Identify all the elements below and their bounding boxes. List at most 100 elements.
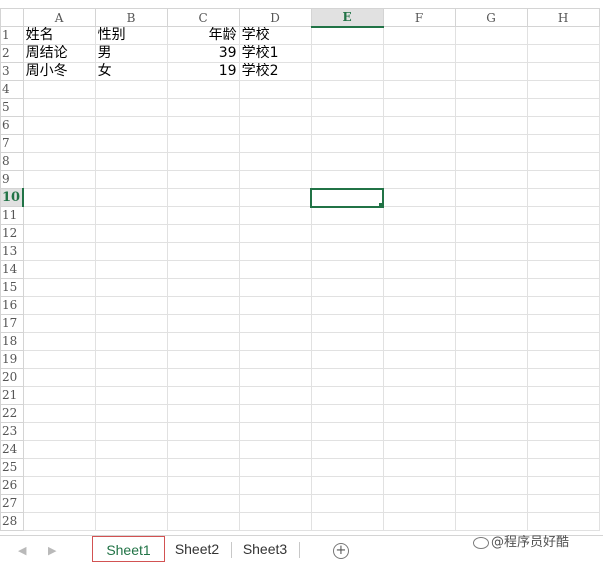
cell-d2[interactable]: 学校1 (238, 44, 312, 63)
cell-f8[interactable] (382, 152, 456, 171)
cell-f27[interactable] (382, 494, 456, 513)
cell-b8[interactable] (94, 152, 168, 171)
tab-sheet1[interactable]: Sheet1 (92, 536, 165, 562)
cell-c4[interactable] (166, 80, 240, 99)
cell-d14[interactable] (238, 260, 312, 279)
cell-f25[interactable] (382, 458, 456, 477)
cell-e17[interactable] (310, 314, 384, 333)
select-all-corner[interactable] (0, 8, 24, 27)
cell-g24[interactable] (454, 440, 528, 459)
cell-d1[interactable]: 学校 (238, 26, 312, 45)
cell-a27[interactable] (22, 494, 96, 513)
row-header-17[interactable]: 17 (0, 314, 24, 333)
cell-c2[interactable]: 39 (166, 44, 240, 63)
cell-d23[interactable] (238, 422, 312, 441)
cell-b15[interactable] (94, 278, 168, 297)
cell-f18[interactable] (382, 332, 456, 351)
cell-f10[interactable] (382, 188, 456, 207)
cell-f28[interactable] (382, 512, 456, 531)
cell-f19[interactable] (382, 350, 456, 369)
cell-e21[interactable] (310, 386, 384, 405)
cell-g9[interactable] (454, 170, 528, 189)
cell-d19[interactable] (238, 350, 312, 369)
cell-e3[interactable] (310, 62, 384, 81)
cell-b24[interactable] (94, 440, 168, 459)
cell-e10[interactable] (310, 187, 385, 208)
cell-a28[interactable] (22, 512, 96, 531)
column-header-b[interactable]: B (94, 8, 168, 27)
cell-h23[interactable] (526, 422, 600, 441)
cell-c16[interactable] (166, 296, 240, 315)
row-header-5[interactable]: 5 (0, 98, 24, 117)
cell-b12[interactable] (94, 224, 168, 243)
row-header-14[interactable]: 14 (0, 260, 24, 279)
cell-d25[interactable] (238, 458, 312, 477)
cell-c20[interactable] (166, 368, 240, 387)
cell-f13[interactable] (382, 242, 456, 261)
cell-d18[interactable] (238, 332, 312, 351)
row-header-9[interactable]: 9 (0, 170, 24, 189)
column-header-f[interactable]: F (382, 8, 456, 27)
column-header-h[interactable]: H (526, 8, 600, 27)
row-header-20[interactable]: 20 (0, 368, 24, 387)
cell-e12[interactable] (310, 224, 384, 243)
cell-f5[interactable] (382, 98, 456, 117)
cell-a16[interactable] (22, 296, 96, 315)
cell-b1[interactable]: 性别 (94, 26, 168, 45)
row-header-26[interactable]: 26 (0, 476, 24, 495)
cell-b28[interactable] (94, 512, 168, 531)
cell-d12[interactable] (238, 224, 312, 243)
scroll-left-icon[interactable]: ◀ (18, 544, 26, 557)
cell-g13[interactable] (454, 242, 528, 261)
cell-c28[interactable] (166, 512, 240, 531)
cell-h10[interactable] (526, 188, 600, 207)
cell-a26[interactable] (22, 476, 96, 495)
cell-h20[interactable] (526, 368, 600, 387)
cell-e19[interactable] (310, 350, 384, 369)
cell-e4[interactable] (310, 80, 384, 99)
cell-b23[interactable] (94, 422, 168, 441)
cell-h22[interactable] (526, 404, 600, 423)
cell-c24[interactable] (166, 440, 240, 459)
cell-c18[interactable] (166, 332, 240, 351)
cell-b10[interactable] (94, 188, 168, 207)
cell-f26[interactable] (382, 476, 456, 495)
cell-b26[interactable] (94, 476, 168, 495)
cell-e5[interactable] (310, 98, 384, 117)
cell-g22[interactable] (454, 404, 528, 423)
cell-g14[interactable] (454, 260, 528, 279)
cell-b14[interactable] (94, 260, 168, 279)
cell-h17[interactable] (526, 314, 600, 333)
cell-b7[interactable] (94, 134, 168, 153)
cell-e13[interactable] (310, 242, 384, 261)
cell-d11[interactable] (238, 206, 312, 225)
cell-a24[interactable] (22, 440, 96, 459)
row-header-10[interactable]: 10 (0, 188, 25, 207)
row-header-22[interactable]: 22 (0, 404, 24, 423)
cell-f1[interactable] (382, 26, 456, 45)
cell-h27[interactable] (526, 494, 600, 513)
cell-h8[interactable] (526, 152, 600, 171)
row-header-6[interactable]: 6 (0, 116, 24, 135)
cell-a14[interactable] (22, 260, 96, 279)
cell-d10[interactable] (238, 188, 312, 207)
cell-a21[interactable] (22, 386, 96, 405)
cell-c17[interactable] (166, 314, 240, 333)
cell-h4[interactable] (526, 80, 600, 99)
cell-a2[interactable]: 周结论 (22, 44, 96, 63)
cell-f3[interactable] (382, 62, 456, 81)
cell-d9[interactable] (238, 170, 312, 189)
cell-e11[interactable] (310, 206, 384, 225)
cell-h11[interactable] (526, 206, 600, 225)
row-header-8[interactable]: 8 (0, 152, 24, 171)
cell-c8[interactable] (166, 152, 240, 171)
cell-f14[interactable] (382, 260, 456, 279)
cell-g11[interactable] (454, 206, 528, 225)
cell-d16[interactable] (238, 296, 312, 315)
cell-f24[interactable] (382, 440, 456, 459)
cell-d4[interactable] (238, 80, 312, 99)
cell-d7[interactable] (238, 134, 312, 153)
cell-d8[interactable] (238, 152, 312, 171)
cell-e6[interactable] (310, 116, 384, 135)
cell-e8[interactable] (310, 152, 384, 171)
